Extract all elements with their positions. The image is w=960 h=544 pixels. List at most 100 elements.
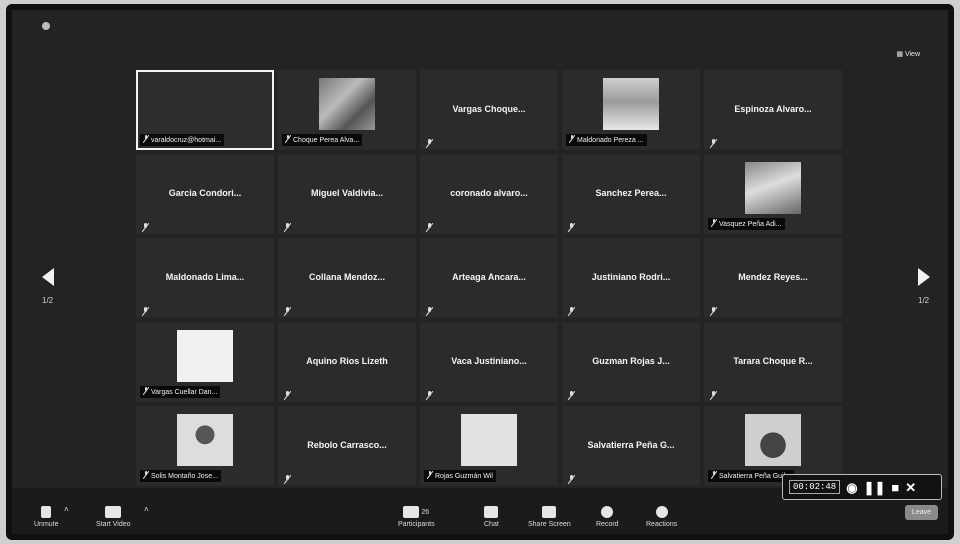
camera-icon[interactable]: ◉ (846, 481, 857, 494)
participant-label-text: Salvatierra Peña Guil... (719, 472, 791, 480)
participant-tile[interactable]: varaldocruz@hotmai... (136, 70, 274, 150)
share-screen-icon (542, 506, 557, 518)
participant-tile[interactable]: Maldonado Pereza ... (562, 70, 700, 150)
mic-muted-icon (709, 135, 718, 149)
participant-tile[interactable]: Vasquez Peña Adi... (704, 154, 842, 234)
participants-count: 26 (421, 508, 430, 516)
participant-label: varaldocruz@hotmai... (140, 134, 225, 146)
participant-name: Mendez Reyes... (738, 272, 808, 282)
grid-icon: ▦ (896, 51, 903, 58)
participant-name: Collana Mendoz... (308, 272, 385, 282)
participant-avatar (177, 414, 233, 466)
mic-muted-icon (709, 387, 718, 401)
participant-tile[interactable]: Justiniano Rodri... (562, 238, 700, 318)
participant-tile[interactable]: Garcia Condori... (136, 154, 274, 234)
participant-name: Espinoza Alvaro... (734, 104, 812, 114)
participant-tile[interactable]: Arteaga Ancara... (420, 238, 558, 318)
participant-avatar (745, 414, 801, 466)
mic-muted-icon (142, 470, 150, 481)
pause-icon[interactable]: ❚❚ (864, 481, 886, 494)
participant-label-text: Solis Montaño Jose... (151, 472, 218, 480)
participant-tile[interactable]: Collana Mendoz... (278, 238, 416, 318)
record-button[interactable]: Record (596, 506, 619, 528)
participant-label-text: Vasquez Peña Adi... (719, 220, 782, 228)
mic-muted-icon (283, 303, 292, 317)
chat-label: Chat (484, 521, 499, 528)
participant-name: Justiniano Rodri... (591, 272, 671, 282)
page-indicator-left: 1/2 (42, 296, 54, 305)
participant-name: Garcia Condori... (168, 188, 242, 198)
mic-muted-icon (710, 218, 718, 229)
participant-label: Vargas Cuellar Dan... (140, 386, 221, 398)
participant-name: Aquino Rios Lizeth (306, 356, 388, 366)
participant-tile[interactable]: Solis Montaño Jose... (136, 406, 274, 486)
leave-button[interactable]: Leave (904, 505, 938, 520)
screen-recorder-widget: 00:02:48 ◉ ❚❚ ■ ✕ (782, 474, 942, 500)
participant-label: Choque Perea Alva... (282, 134, 363, 146)
participant-label-text: Choque Perea Alva... (293, 136, 360, 144)
share-screen-label: Share Screen (528, 521, 571, 528)
security-shield-icon[interactable] (42, 22, 50, 30)
participant-label-text: Vargas Cuellar Dan... (151, 388, 218, 396)
mic-muted-icon (425, 387, 434, 401)
participants-label: Participants (398, 521, 435, 528)
participant-name: Sanchez Perea... (595, 188, 667, 198)
mic-muted-icon (710, 470, 718, 481)
participant-name: Rebolo Carrasco... (307, 440, 387, 450)
monitor-frame: ▦ View 1/2 1/2 varaldocruz@hotmai... Choq… (6, 4, 954, 540)
participant-tile[interactable]: Mendez Reyes... (704, 238, 842, 318)
page-indicator-right: 1/2 (918, 296, 930, 305)
participant-tile[interactable]: Tarara Choque R... (704, 322, 842, 402)
participant-tile[interactable]: Vargas Cuellar Dan... (136, 322, 274, 402)
participant-tile[interactable]: Vargas Choque... (420, 70, 558, 150)
participant-tile[interactable]: Miguel Valdivia... (278, 154, 416, 234)
gallery-grid: varaldocruz@hotmai... Choque Perea Alva..… (136, 70, 842, 486)
mic-muted-icon (567, 387, 576, 401)
participant-tile[interactable]: Salvatierra Peña G... (562, 406, 700, 486)
start-video-button[interactable]: Start Video ˄ (96, 505, 149, 528)
chat-button[interactable]: Chat (484, 506, 499, 528)
participants-button[interactable]: 26 Participants (398, 506, 435, 528)
participant-label: Rojas Guzmán Wil (424, 470, 496, 482)
mic-muted-icon (567, 219, 576, 233)
mic-muted-icon (425, 135, 434, 149)
participant-tile[interactable]: Guzman Rojas J... (562, 322, 700, 402)
participant-name: Maldonado Lima... (165, 272, 245, 282)
stop-icon[interactable]: ■ (891, 481, 899, 494)
participant-tile[interactable]: Aquino Rios Lizeth (278, 322, 416, 402)
close-icon[interactable]: ✕ (905, 481, 916, 494)
participant-tile[interactable]: Vaca Justiniano... (420, 322, 558, 402)
participant-tile[interactable]: Choque Perea Alva... (278, 70, 416, 150)
mic-muted-icon (142, 386, 150, 397)
participant-tile[interactable]: Sanchez Perea... (562, 154, 700, 234)
participant-tile[interactable]: Espinoza Alvaro... (704, 70, 842, 150)
participant-label: Solis Montaño Jose... (140, 470, 221, 482)
participant-avatar (603, 78, 659, 130)
participant-tile[interactable]: coronado alvaro... (420, 154, 558, 234)
reactions-button[interactable]: Reactions (646, 506, 677, 528)
participant-name: coronado alvaro... (450, 188, 528, 198)
participant-tile[interactable]: Maldonado Lima... (136, 238, 274, 318)
mic-muted-icon (142, 134, 150, 145)
participant-avatar (461, 414, 517, 466)
participant-name: Miguel Valdivia... (310, 188, 384, 198)
participant-tile[interactable]: Rebolo Carrasco... (278, 406, 416, 486)
participant-name: Tarara Choque R... (733, 356, 813, 366)
view-label: View (904, 50, 920, 58)
share-screen-button[interactable]: Share Screen (528, 506, 571, 528)
chevron-up-icon[interactable]: ˄ (64, 505, 69, 514)
participant-name: Arteaga Ancara... (452, 272, 526, 282)
participant-avatar (177, 330, 233, 382)
record-icon (601, 506, 614, 518)
participant-name: Vargas Choque... (452, 104, 526, 114)
chevron-up-icon[interactable]: ˄ (144, 505, 149, 514)
participant-name: Guzman Rojas J... (592, 356, 670, 366)
next-page-arrow-icon[interactable] (918, 268, 930, 286)
view-button[interactable]: ▦ View (896, 50, 920, 59)
previous-page-arrow-icon[interactable] (42, 268, 54, 286)
participant-label-text: Maldonado Pereza ... (577, 136, 644, 144)
mic-muted-icon (426, 470, 434, 481)
participant-tile[interactable]: Rojas Guzmán Wil (420, 406, 558, 486)
unmute-button[interactable]: Unmute ˄ (34, 505, 69, 528)
participant-label: Maldonado Pereza ... (566, 134, 647, 146)
